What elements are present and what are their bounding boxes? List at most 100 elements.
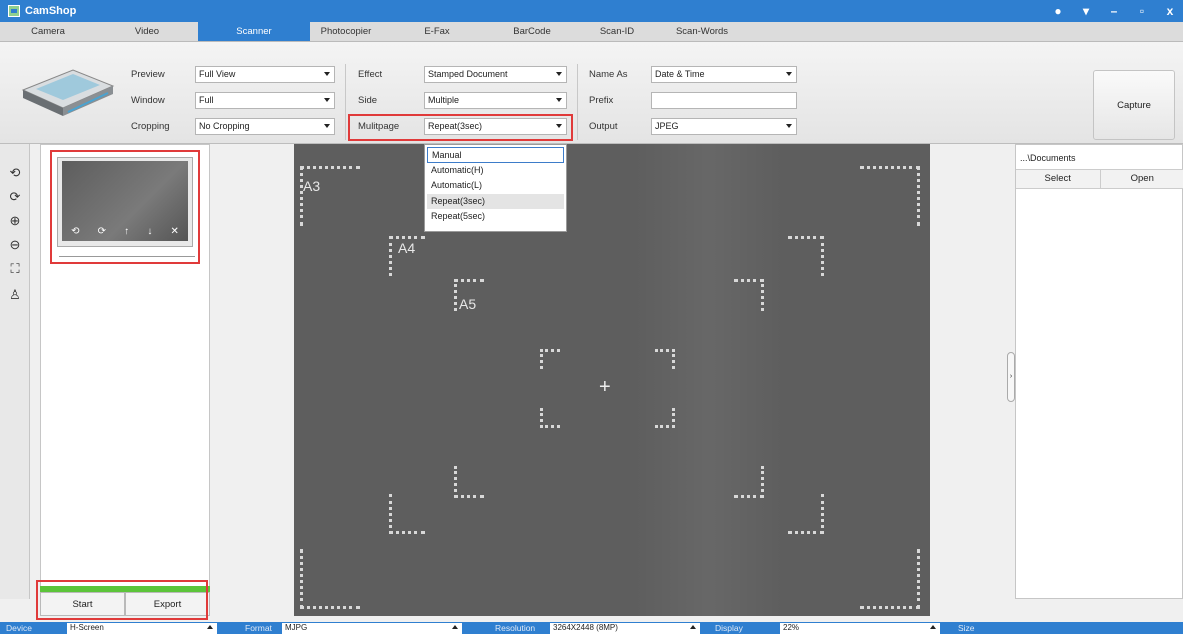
dropdown-option[interactable]: Automatic(H) xyxy=(427,163,564,179)
scanner-device-icon xyxy=(21,69,115,116)
display-select[interactable]: 22% xyxy=(780,623,940,634)
fit-icon[interactable]: ⛶ xyxy=(6,260,24,278)
cropping-select[interactable]: No Cropping xyxy=(195,118,335,135)
toolbar-divider xyxy=(577,64,578,140)
output-select[interactable]: JPEG xyxy=(651,118,797,135)
preview-shade xyxy=(634,144,784,616)
prefix-input[interactable] xyxy=(651,92,797,109)
rotate-right-icon[interactable]: ⟳ xyxy=(6,188,24,206)
tab-camera[interactable]: Camera xyxy=(0,22,96,41)
a3-corner-br xyxy=(860,549,920,609)
stamp-icon[interactable]: ♙ xyxy=(6,286,24,304)
chevron-down-icon xyxy=(556,98,562,102)
effect-select[interactable]: Stamped Document xyxy=(424,66,567,83)
tab-scan-id[interactable]: Scan-ID xyxy=(572,22,662,41)
tab-video[interactable]: Video xyxy=(96,22,198,41)
zoom-in-icon[interactable]: ⊕ xyxy=(6,212,24,230)
a3-label: A3 xyxy=(303,178,321,194)
center-corner-tr xyxy=(655,349,675,369)
open-folder-button[interactable]: Open xyxy=(1099,170,1183,188)
dropdown-option-selected[interactable]: Repeat(3sec) xyxy=(427,193,564,209)
chevron-down-icon xyxy=(324,124,330,128)
a5-corner-tr xyxy=(734,279,764,311)
multipage-highlight xyxy=(348,114,573,141)
cropping-value: No Cropping xyxy=(199,121,250,131)
crosshair-icon: + xyxy=(599,376,611,398)
status-bar: Device H-Screen Format MJPG Resolution 3… xyxy=(0,622,1183,634)
maximize-button[interactable]: ▫ xyxy=(1135,4,1149,18)
chevron-down-icon xyxy=(786,124,792,128)
effect-label: Effect xyxy=(358,69,383,80)
preview-select[interactable]: Full View xyxy=(195,66,335,83)
tab-efax[interactable]: E-Fax xyxy=(382,22,492,41)
tab-scan-words[interactable]: Scan-Words xyxy=(662,22,742,41)
chevron-up-icon xyxy=(690,625,696,629)
device-select[interactable]: H-Screen xyxy=(67,623,217,634)
chevron-down-icon xyxy=(324,98,330,102)
folder-path: ...\Documents xyxy=(1020,153,1076,163)
resolution-value: 3264X2448 (8MP) xyxy=(553,623,618,632)
close-button[interactable]: x xyxy=(1163,4,1177,18)
select-folder-button[interactable]: Select xyxy=(1016,170,1100,188)
center-corner-bl xyxy=(540,408,560,428)
camera-preview[interactable]: A3 A4 A5 + xyxy=(294,144,930,616)
a5-corner-br xyxy=(734,466,764,498)
device-label: Device xyxy=(6,623,32,633)
nameas-select[interactable]: Date & Time xyxy=(651,66,797,83)
panel-splitter-handle[interactable]: › xyxy=(1007,352,1015,402)
multipage-dropdown-list: Manual Automatic(H) Automatic(L) Repeat(… xyxy=(424,144,567,232)
nameas-value: Date & Time xyxy=(655,69,705,79)
a4-corner-br xyxy=(788,494,824,534)
a3-corner-bl xyxy=(300,549,360,609)
right-gap xyxy=(930,144,1013,616)
output-label: Output xyxy=(589,121,618,132)
tab-barcode[interactable]: BarCode xyxy=(492,22,572,41)
side-value: Multiple xyxy=(428,95,460,105)
a3-corner-tr xyxy=(860,166,920,226)
size-label: Size xyxy=(958,623,975,633)
chevron-down-icon xyxy=(324,72,330,76)
a4-label: A4 xyxy=(398,240,416,256)
title-bar: CamShop ● ▾ – ▫ x xyxy=(0,0,1183,22)
rotate-left-icon[interactable]: ⟲ xyxy=(6,164,24,182)
format-select[interactable]: MJPG xyxy=(282,623,462,634)
prefix-label: Prefix xyxy=(589,95,614,106)
zoom-out-icon[interactable]: ⊖ xyxy=(6,236,24,254)
nameas-label: Name As xyxy=(589,69,628,80)
window-select[interactable]: Full xyxy=(195,92,335,109)
chevron-up-icon xyxy=(930,625,936,629)
skin-icon[interactable]: ● xyxy=(1051,4,1065,18)
side-label: Side xyxy=(358,95,378,106)
device-value: H-Screen xyxy=(70,623,104,632)
display-label: Display xyxy=(715,623,743,633)
tab-photocopier[interactable]: Photocopier xyxy=(310,22,382,41)
minimize-button[interactable]: – xyxy=(1107,4,1121,18)
format-value: MJPG xyxy=(285,623,308,632)
a3-corner-tl xyxy=(300,166,360,226)
format-label: Format xyxy=(245,623,272,633)
chevron-down-icon xyxy=(786,72,792,76)
display-value: 22% xyxy=(783,623,800,632)
window-value: Full xyxy=(199,95,214,105)
thumbnail-highlight xyxy=(50,150,200,264)
side-select[interactable]: Multiple xyxy=(424,92,567,109)
menu-dropdown-icon[interactable]: ▾ xyxy=(1079,4,1093,18)
a5-corner-bl xyxy=(454,466,484,498)
capture-button[interactable]: Capture xyxy=(1093,70,1175,140)
a5-label: A5 xyxy=(459,296,477,312)
tab-scanner[interactable]: Scanner xyxy=(198,22,310,41)
chevron-up-icon xyxy=(207,625,213,629)
resolution-select[interactable]: 3264X2448 (8MP) xyxy=(550,623,700,634)
center-corner-tl xyxy=(540,349,560,369)
output-value: JPEG xyxy=(655,121,679,131)
app-logo-icon xyxy=(8,5,20,17)
bottom-buttons-highlight xyxy=(36,580,208,620)
resolution-label: Resolution xyxy=(495,623,536,633)
center-corner-br xyxy=(655,408,675,428)
dropdown-option[interactable]: Repeat(5sec) xyxy=(427,209,564,225)
chevron-down-icon xyxy=(556,72,562,76)
main-tabs: Camera Video Scanner Photocopier E-Fax B… xyxy=(0,22,1183,42)
dropdown-option[interactable]: Manual xyxy=(427,147,564,163)
dropdown-option[interactable]: Automatic(L) xyxy=(427,178,564,194)
app-title: CamShop xyxy=(25,5,77,17)
